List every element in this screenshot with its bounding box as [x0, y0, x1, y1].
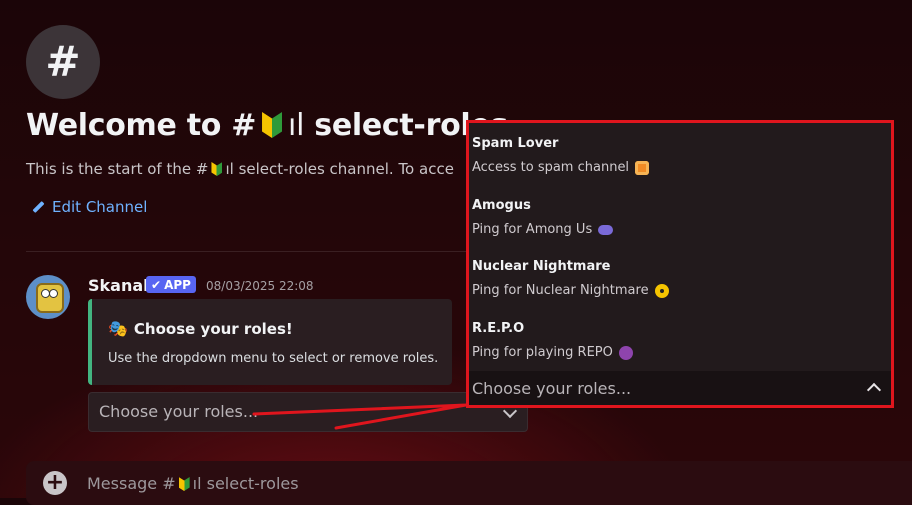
- composer-placeholder: Message # ıl select-roles: [87, 474, 299, 493]
- composer-prefix: Message #: [87, 474, 176, 493]
- option-description-text: Ping for Among Us: [472, 222, 593, 237]
- devil-icon: [618, 345, 633, 360]
- option-description: Ping for Among Us: [472, 222, 614, 237]
- option-description-text: Ping for playing REPO: [472, 345, 613, 360]
- channel-icon: #: [26, 25, 100, 99]
- select-placeholder: Choose your roles...: [99, 402, 259, 421]
- option-label: Amogus: [472, 198, 531, 213]
- option-label: Nuclear Nightmare: [472, 259, 611, 274]
- message-timestamp: 08/03/2025 22:08: [206, 279, 314, 293]
- avatar-face: [36, 283, 64, 313]
- role-select-menu[interactable]: Choose your roles...: [88, 392, 528, 432]
- dropdown-select-field[interactable]: Choose your roles...: [469, 371, 891, 405]
- add-attachment-button[interactable]: +: [43, 471, 67, 495]
- beginner-leaf-icon: [211, 162, 223, 176]
- spam-icon: [635, 160, 650, 175]
- option-label: Spam Lover: [472, 136, 559, 151]
- edit-channel-link[interactable]: Edit Channel: [30, 198, 147, 216]
- welcome-prefix: Welcome to #: [26, 108, 257, 143]
- welcome-title: Welcome to # ıl select-roles: [26, 108, 508, 143]
- message-embed: 🎭 Choose your roles! Use the dropdown me…: [88, 299, 452, 385]
- option-label: R.E.P.O: [472, 321, 525, 336]
- desc-bars: ıl: [225, 160, 234, 178]
- plus-icon: +: [45, 470, 65, 495]
- desc-suffix: select-roles channel. To acce: [238, 160, 454, 178]
- dropdown-placeholder: Choose your roles...: [472, 379, 632, 398]
- beginner-leaf-icon: [262, 112, 283, 138]
- gamepad-icon: [598, 224, 614, 235]
- message-composer[interactable]: + Message # ıl select-roles: [26, 461, 912, 505]
- option-description: Ping for Nuclear Nightmare: [472, 283, 669, 298]
- bars-glyph: ıl: [288, 108, 305, 143]
- pencil-icon: [30, 200, 44, 214]
- dropdown-option-repo[interactable]: R.E.P.O Ping for playing REPO: [472, 318, 892, 374]
- radioactive-icon: [654, 283, 669, 298]
- avatar[interactable]: [26, 275, 70, 319]
- embed-title-text: Choose your roles!: [133, 319, 293, 338]
- role-dropdown-menu[interactable]: Spam Lover Access to spam channel Amogus…: [466, 120, 894, 408]
- message-author[interactable]: Skanak: [88, 276, 154, 295]
- avatar-eye: [49, 289, 58, 298]
- check-icon: ✔: [151, 277, 162, 292]
- composer-channel: select-roles: [206, 474, 299, 493]
- desc-prefix: This is the start of the #: [26, 160, 209, 178]
- app-badge: ✔ APP: [146, 276, 196, 293]
- option-description: Access to spam channel: [472, 160, 650, 175]
- app-badge-label: APP: [164, 277, 191, 292]
- beginner-leaf-icon: [178, 477, 190, 491]
- hash-icon: #: [45, 37, 81, 86]
- option-description-text: Access to spam channel: [472, 160, 630, 175]
- composer-bars: ıl: [192, 474, 202, 493]
- dropdown-option-nuclear-nightmare[interactable]: Nuclear Nightmare Ping for Nuclear Night…: [472, 256, 892, 312]
- dropdown-option-spam-lover[interactable]: Spam Lover Access to spam channel: [472, 133, 892, 189]
- embed-title: 🎭 Choose your roles!: [108, 319, 293, 338]
- dropdown-option-amogus[interactable]: Amogus Ping for Among Us: [472, 195, 892, 251]
- divider: [26, 251, 466, 252]
- option-description: Ping for playing REPO: [472, 345, 633, 360]
- chevron-up-icon[interactable]: [866, 382, 882, 398]
- theater-masks-icon: 🎭: [108, 319, 128, 338]
- embed-description: Use the dropdown menu to select or remov…: [108, 351, 439, 366]
- edit-channel-label: Edit Channel: [52, 198, 148, 216]
- option-description-text: Ping for Nuclear Nightmare: [472, 283, 649, 298]
- channel-description: This is the start of the # ıl select-role…: [26, 160, 454, 178]
